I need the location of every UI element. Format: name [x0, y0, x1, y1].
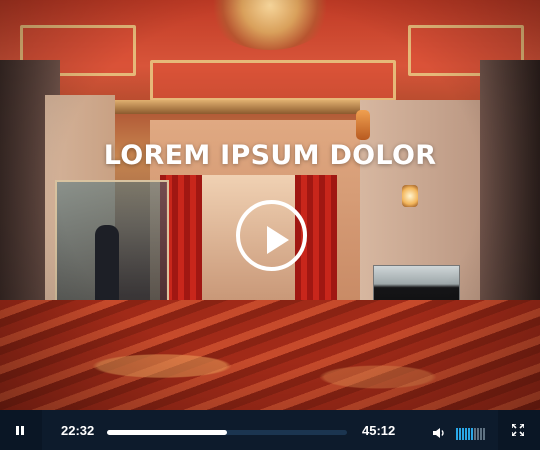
video-player[interactable]: LOREM IPSUM DOLOR 22:32 45:12: [0, 0, 540, 450]
volume-level-bar: [462, 428, 464, 440]
progress-bar[interactable]: [107, 430, 347, 435]
volume-level-bar: [465, 428, 467, 440]
current-time: 22:32: [61, 423, 95, 438]
progress-fill: [107, 430, 227, 435]
play-icon: [267, 226, 289, 254]
fullscreen-icon: [512, 424, 524, 436]
big-play-button[interactable]: [236, 200, 307, 271]
volume-button[interactable]: [432, 426, 446, 440]
volume-level-bar: [468, 428, 470, 440]
volume-level-bar: [483, 428, 485, 440]
volume-level-bar: [474, 428, 476, 440]
volume-slider[interactable]: [456, 428, 486, 440]
pause-icon: [16, 426, 24, 435]
volume-level-bar: [471, 428, 473, 440]
volume-level-bar: [459, 428, 461, 440]
fullscreen-button[interactable]: [498, 410, 540, 450]
video-title: LOREM IPSUM DOLOR: [103, 140, 437, 171]
pause-button[interactable]: [0, 410, 42, 450]
total-time: 45:12: [362, 423, 396, 438]
volume-level-bar: [477, 428, 479, 440]
speaker-icon: [433, 428, 444, 438]
volume-level-bar: [456, 428, 458, 440]
volume-level-bar: [480, 428, 482, 440]
